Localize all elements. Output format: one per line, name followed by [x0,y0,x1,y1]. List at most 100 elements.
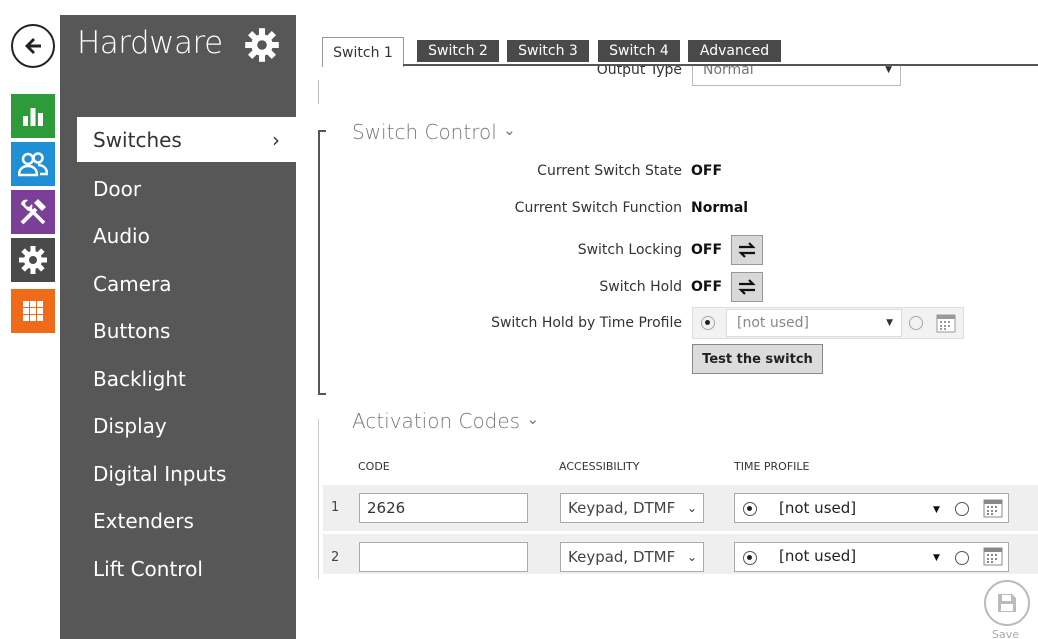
time-profile-calendar-radio[interactable] [955,502,969,516]
column-header-code: CODE [358,460,390,473]
sidebar-item-label: Switches [93,127,182,152]
sidebar-item-extenders[interactable]: Extenders [77,498,296,543]
dropdown-arrow-icon: ▼ [933,553,940,563]
switch-hold-label: Switch Hold [599,279,682,295]
time-profile-calendar-radio[interactable] [955,551,969,565]
grid-menu-button[interactable] [11,289,55,333]
arrow-left-icon [25,38,41,54]
chevron-down-icon: ⌄ [526,410,540,428]
settings-icon [19,246,47,274]
sidebar-item-door[interactable]: Door [77,166,296,211]
header-fragment [560,0,1038,14]
chevron-down-icon: ⌄ [503,121,516,139]
grid-icon [23,301,43,321]
column-header-accessibility: ACCESSIBILITY [559,460,640,473]
save-label: Save [992,628,1020,639]
sidebar-item-label: Extenders [93,508,194,533]
row-number: 2 [331,550,340,565]
icon-rail [0,0,60,639]
time-profile-select-radio[interactable] [743,551,757,565]
accessibility-value: Keypad, DTMF [568,548,676,566]
dropdown-arrow-icon: ▼ [933,505,940,515]
time-profile-value[interactable]: [not used] [779,547,856,565]
switch-locking-toggle-button[interactable] [731,235,763,265]
hold-profile-select-radio[interactable] [701,316,715,330]
swap-arrows-icon [738,279,756,295]
switch-state-value: OFF [691,163,723,179]
directory-icon [18,152,48,177]
section-frame [318,130,320,395]
accessibility-select[interactable]: Keypad, DTMF ⌄ [560,493,704,523]
tab-switch-3[interactable]: Switch 3 [507,40,589,62]
floppy-disk-icon [998,594,1016,612]
switch-hold-value: OFF [691,279,723,295]
sidebar-item-switches[interactable]: Switches › [77,117,296,162]
hold-profile-value: [not used] [737,315,809,331]
sidebar-item-buttons[interactable]: Buttons [77,308,296,353]
sidebar-item-display[interactable]: Display [77,403,296,448]
sidebar-item-label: Display [93,413,167,438]
calendar-icon[interactable] [936,313,956,333]
directory-menu-button[interactable] [11,142,55,186]
accessibility-value: Keypad, DTMF [568,499,676,517]
swap-arrows-icon [738,242,756,258]
chevron-down-icon: ⌄ [686,501,697,515]
switch-control-header[interactable]: Switch Control ⌄ [352,120,516,144]
tab-switch-4[interactable]: Switch 4 [598,40,680,62]
back-button[interactable] [11,24,55,68]
tab-advanced[interactable]: Advanced [688,40,781,62]
sidebar-item-label: Audio [93,223,150,248]
dropdown-arrow-icon: ▼ [886,318,893,328]
tools-icon [20,199,46,225]
calendar-icon[interactable] [983,546,1003,566]
sidebar-item-digital-inputs[interactable]: Digital Inputs [77,451,296,496]
test-switch-button[interactable]: Test the switch [692,344,823,374]
section-title: Switch Control [352,120,497,144]
sidebar-item-label: Door [93,176,142,201]
sidebar-item-lift-control[interactable]: Lift Control [77,546,296,591]
sidebar-item-label: Backlight [93,366,186,391]
section-title: Activation Codes [352,409,521,433]
hold-profile-calendar-radio[interactable] [909,316,923,330]
column-header-time-profile: TIME PROFILE [734,460,810,473]
save-button[interactable] [984,580,1030,626]
sidebar-item-label: Camera [93,271,172,296]
status-icon [23,108,43,126]
sidebar-item-label: Lift Control [93,556,203,581]
calendar-icon[interactable] [983,498,1003,518]
switch-function-label: Current Switch Function [514,200,682,216]
tab-switch-2[interactable]: Switch 2 [417,40,499,62]
tab-switch-1[interactable]: Switch 1 [322,37,404,67]
code-input[interactable]: 2626 [359,493,528,523]
switch-locking-value: OFF [691,242,723,258]
row-number: 1 [331,500,340,515]
sidebar-item-audio[interactable]: Audio [77,213,296,258]
time-profile-select-radio[interactable] [743,502,757,516]
hold-profile-select[interactable]: [not used] ▼ [726,309,902,337]
switch-locking-label: Switch Locking [577,242,682,258]
activation-codes-header[interactable]: Activation Codes ⌄ [352,409,539,433]
switch-function-value: Normal [691,200,749,216]
accessibility-select[interactable]: Keypad, DTMF ⌄ [560,542,704,572]
settings-menu-button[interactable] [11,238,55,282]
page-title: Hardware [77,25,223,61]
status-menu-button[interactable] [11,94,55,138]
hold-profile-label: Switch Hold by Time Profile [491,315,682,331]
sidebar-item-label: Buttons [93,318,171,343]
divider [318,130,326,132]
dropdown-arrow-icon: ▼ [885,66,892,75]
output-type-label: Output Type [596,66,682,78]
tools-menu-button[interactable] [11,190,55,234]
time-profile-value[interactable]: [not used] [779,499,856,517]
code-input[interactable] [359,542,528,572]
sidebar-item-camera[interactable]: Camera [77,261,296,306]
chevron-down-icon: ⌄ [686,550,697,564]
sidebar: Hardware Switches › Door Audio Camera Bu… [60,15,296,639]
output-type-row: Output Type Normal ▼ [320,66,1038,88]
output-type-value: Normal [703,66,754,78]
divider [318,80,319,104]
output-type-select[interactable]: Normal ▼ [692,66,901,86]
switch-hold-toggle-button[interactable] [731,272,763,302]
sidebar-item-backlight[interactable]: Backlight [77,356,296,401]
gear-icon [245,28,279,62]
